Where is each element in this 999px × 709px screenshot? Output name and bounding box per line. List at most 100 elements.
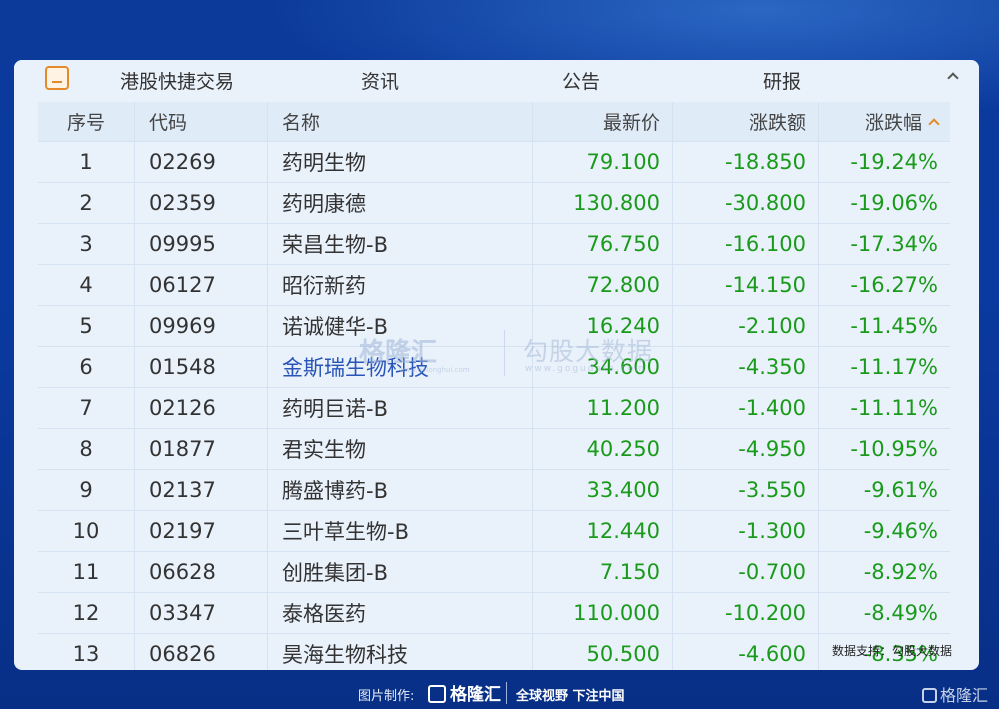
row-index: 12 [38,593,135,633]
table-row[interactable]: 5 09969 诺诚健华-B 16.240 -2.100 -11.45% [38,306,950,347]
row-index: 5 [38,306,135,346]
header-price[interactable]: 最新价 [533,102,673,141]
row-index: 2 [38,183,135,223]
row-index: 13 [38,634,135,670]
row-index: 9 [38,470,135,510]
footer-made-by: 图片制作: [358,689,415,704]
row-change: -4.350 [673,347,819,387]
row-change: -1.300 [673,511,819,551]
footer-brand-logo: 格隆汇 [428,680,501,705]
tab-announcements[interactable]: 公告 [562,67,600,94]
row-code: 09969 [135,306,268,346]
tab-news[interactable]: 资讯 [361,67,399,94]
row-change: -4.600 [673,634,819,670]
row-code: 02269 [135,142,268,182]
row-name: 药明生物 [268,142,533,182]
row-change-pct: -10.95% [850,437,938,461]
stock-panel: 港股快捷交易 资讯 公告 研报 序号 代码 名称 最新价 涨跌额 涨跌幅 1 02… [14,60,979,670]
row-code: 01877 [135,429,268,469]
row-price: 130.800 [533,183,673,223]
row-code: 02126 [135,388,268,428]
row-name: 诺诚健华-B [268,306,533,346]
row-code: 01548 [135,347,268,387]
row-price: 7.150 [533,552,673,592]
row-change-pct: -8.92% [863,560,938,584]
corner-brand-logo: 格隆汇 [922,682,988,706]
tab-research[interactable]: 研报 [763,67,801,94]
row-price: 110.000 [533,593,673,633]
table-row[interactable]: 9 02137 腾盛博药-B 33.400 -3.550 -9.61% [38,470,950,511]
row-name: 药明康德 [268,183,533,223]
row-name: 创胜集团-B [268,552,533,592]
header-index[interactable]: 序号 [38,102,135,141]
row-code: 06826 [135,634,268,670]
row-index: 1 [38,142,135,182]
row-change-pct: -8.49% [863,601,938,625]
row-code: 02137 [135,470,268,510]
table-row[interactable]: 1 02269 药明生物 79.100 -18.850 -19.24% [38,142,950,183]
brand-logo-icon [922,688,937,703]
row-change: -3.550 [673,470,819,510]
table-row[interactable]: 10 02197 三叶草生物-B 12.440 -1.300 -9.46% [38,511,950,552]
row-change-pct: -9.61% [863,478,938,502]
table-row[interactable]: 3 09995 荣昌生物-B 76.750 -16.100 -17.34% [38,224,950,265]
tab-bar: 港股快捷交易 资讯 公告 研报 [14,60,979,99]
table-row[interactable]: 2 02359 药明康德 130.800 -30.800 -19.06% [38,183,950,224]
row-change-pct: -19.06% [850,191,938,215]
row-name: 腾盛博药-B [268,470,533,510]
row-name: 泰格医药 [268,593,533,633]
footer-divider [506,682,507,704]
table-header: 序号 代码 名称 最新价 涨跌额 涨跌幅 [38,102,950,142]
row-change: -0.700 [673,552,819,592]
row-name: 药明巨诺-B [268,388,533,428]
row-index: 8 [38,429,135,469]
table-row[interactable]: 8 01877 君实生物 40.250 -4.950 -10.95% [38,429,950,470]
row-price: 76.750 [533,224,673,264]
chevron-up-icon[interactable] [947,72,959,84]
table-row[interactable]: 13 06826 昊海生物科技 50.500 -4.600 -8.35% [38,634,950,670]
table-row[interactable]: 12 03347 泰格医药 110.000 -10.200 -8.49% [38,593,950,634]
row-change: -18.850 [673,142,819,182]
table-row[interactable]: 7 02126 药明巨诺-B 11.200 -1.400 -11.11% [38,388,950,429]
brand-logo-icon [428,685,446,703]
row-index: 10 [38,511,135,551]
row-price: 34.600 [533,347,673,387]
row-change: -16.100 [673,224,819,264]
sort-ascending-icon[interactable] [928,117,940,130]
row-name: 金斯瑞生物科技 [268,347,533,387]
row-name: 三叶草生物-B [268,511,533,551]
row-price: 11.200 [533,388,673,428]
row-name: 荣昌生物-B [268,224,533,264]
row-index: 4 [38,265,135,305]
row-change-pct: -16.27% [850,273,938,297]
row-index: 6 [38,347,135,387]
row-code: 06628 [135,552,268,592]
row-price: 33.400 [533,470,673,510]
row-index: 7 [38,388,135,428]
header-code[interactable]: 代码 [135,102,268,141]
row-change: -4.950 [673,429,819,469]
row-name: 君实生物 [268,429,533,469]
row-price: 72.800 [533,265,673,305]
header-name[interactable]: 名称 [268,102,533,141]
header-change[interactable]: 涨跌额 [673,102,819,141]
table-row[interactable]: 11 06628 创胜集团-B 7.150 -0.700 -8.92% [38,552,950,593]
row-change: -30.800 [673,183,819,223]
row-code: 06127 [135,265,268,305]
row-index: 11 [38,552,135,592]
row-code: 03347 [135,593,268,633]
row-name: 昊海生物科技 [268,634,533,670]
row-change: -10.200 [673,593,819,633]
row-change-pct: -19.24% [850,150,938,174]
tab-hk-quick-trade[interactable]: 港股快捷交易 [120,67,234,94]
row-price: 16.240 [533,306,673,346]
table-row[interactable]: 6 01548 金斯瑞生物科技 34.600 -4.350 -11.17% [38,347,950,388]
row-change: -14.150 [673,265,819,305]
row-change: -1.400 [673,388,819,428]
row-change-pct: -9.46% [863,519,938,543]
header-change-pct[interactable]: 涨跌幅 [819,102,950,141]
row-change-pct: -11.11% [850,396,938,420]
minimize-window-icon[interactable] [45,66,69,90]
row-code: 02359 [135,183,268,223]
table-row[interactable]: 4 06127 昭衍新药 72.800 -14.150 -16.27% [38,265,950,306]
